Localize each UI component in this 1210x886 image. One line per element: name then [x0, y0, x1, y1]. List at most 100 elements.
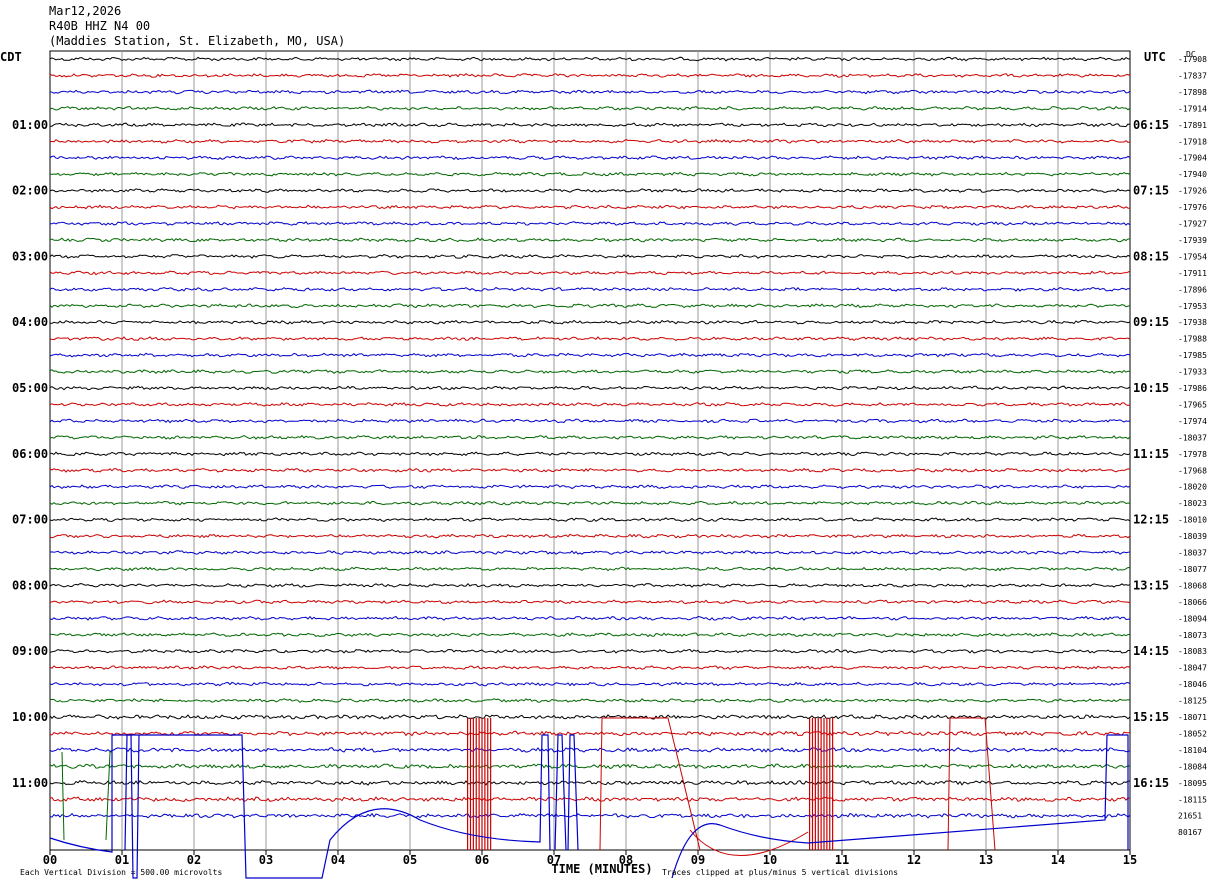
x-tick-label: 06: [475, 853, 489, 867]
x-tick-label: 12: [907, 853, 921, 867]
seismic-trace: [49, 352, 1131, 358]
dc-offset-label: -18115: [1178, 795, 1207, 804]
seismic-trace: [49, 303, 1131, 309]
dc-offset-label: -18066: [1178, 598, 1207, 607]
dc-offset-label: -18071: [1178, 713, 1207, 722]
seismic-trace: [49, 615, 1131, 621]
seismic-trace: [50, 122, 1131, 128]
seismic-trace: [49, 599, 1131, 605]
dc-offset-label: -18046: [1178, 680, 1207, 689]
dc-offset-label: 21651: [1178, 812, 1202, 821]
dc-offset-label: -18083: [1178, 647, 1207, 656]
dc-offset-label: -18094: [1178, 614, 1207, 623]
dc-offset-label: -18052: [1178, 729, 1207, 738]
plot-frame: [49, 50, 1131, 851]
seismic-trace: [49, 747, 1131, 753]
x-tick-label: 10: [763, 853, 777, 867]
dc-offset-label: -18020: [1178, 483, 1207, 492]
x-tick-label: 03: [259, 853, 273, 867]
dc-offset-label: -18039: [1178, 532, 1207, 541]
x-tick-label: 13: [979, 853, 993, 867]
x-axis-label: TIME (MINUTES): [551, 862, 652, 876]
seismic-trace: [49, 566, 1131, 572]
dc-offset-label: -17939: [1178, 236, 1207, 245]
left-hour-label: 10:00: [12, 710, 48, 724]
seismic-trace: [49, 812, 1131, 819]
dc-offset-label: -17904: [1178, 154, 1207, 163]
seismic-trace: [49, 171, 1131, 177]
seismic-trace: [49, 204, 1131, 210]
dc-offset-label: -17978: [1178, 450, 1207, 459]
right-hour-label: 12:15: [1133, 513, 1169, 527]
dc-offset-label: -17988: [1178, 335, 1207, 344]
dc-offset-label: -18023: [1178, 499, 1207, 508]
scale-note: Each Vertical Division = 500.00 microvol…: [20, 868, 222, 877]
right-hour-label: 13:15: [1133, 578, 1169, 592]
seismic-trace: [49, 550, 1131, 555]
dc-offset-label: -17918: [1178, 137, 1207, 146]
seismic-trace: [49, 89, 1131, 95]
left-hour-label: 08:00: [12, 578, 48, 592]
seismic-trace: [49, 56, 1131, 62]
seismic-trace: [49, 533, 1131, 539]
left-hour-label: 11:00: [12, 776, 48, 790]
helicorder-plot: 00 01 02 03 04 05 06 07 08 09 10 11 12 13 14 1501:0002:…: [0, 50, 1207, 879]
seismic-trace: [49, 253, 1131, 259]
seismic-trace: [49, 155, 1131, 161]
clipped-excursion: [599, 717, 809, 856]
seismic-trace: [49, 467, 1131, 473]
right-hour-label: 08:15: [1133, 249, 1169, 263]
dc-offset-label: -17898: [1178, 88, 1207, 97]
seismic-trace: [49, 105, 1131, 111]
dc-offset-label: -17974: [1178, 417, 1207, 426]
seismic-trace: [49, 763, 1131, 770]
dc-offset-label: -17911: [1178, 269, 1207, 278]
right-tz-label: UTC: [1144, 50, 1166, 64]
left-hour-label: 07:00: [12, 513, 48, 527]
seismic-trace: [49, 648, 1131, 654]
right-hour-label: 09:15: [1133, 315, 1169, 329]
seismic-trace: [49, 698, 1131, 703]
dc-offset-label: -17940: [1178, 170, 1207, 179]
x-tick-label: 04: [331, 853, 345, 867]
clip-note: Traces clipped at plus/minus 5 vertical …: [662, 868, 898, 877]
right-hour-label: 14:15: [1133, 644, 1169, 658]
seismic-trace: [49, 418, 1131, 424]
seismic-trace: [49, 138, 1131, 144]
right-hour-label: 11:15: [1133, 447, 1169, 461]
dc-offset-label: -18095: [1178, 779, 1207, 788]
x-tick-label: 09: [691, 853, 705, 867]
right-hour-label: 10:15: [1133, 381, 1169, 395]
seismic-trace: [50, 221, 1131, 226]
right-hour-label: 06:15: [1133, 118, 1169, 132]
left-hour-label: 06:00: [12, 447, 48, 461]
left-hour-label: 04:00: [12, 315, 48, 329]
dc-offset-label: -17985: [1178, 351, 1207, 360]
x-tick-label: 02: [187, 853, 201, 867]
left-hour-label: 03:00: [12, 249, 48, 263]
seismic-trace: [49, 319, 1131, 325]
left-hour-label: 01:00: [12, 118, 48, 132]
seismic-trace: [49, 632, 1131, 638]
left-tz-label: CDT: [0, 50, 22, 64]
seismic-trace: [49, 237, 1130, 243]
x-tick-label: 01: [115, 853, 129, 867]
seismic-trace: [49, 582, 1131, 588]
dc-offset-label: -17965: [1178, 400, 1207, 409]
dc-offset-label: -17927: [1178, 220, 1207, 229]
seismic-trace: [49, 270, 1131, 276]
seismic-trace: [49, 484, 1131, 490]
dc-offset-label: -18010: [1178, 516, 1207, 525]
dc-offset-label: -18084: [1178, 762, 1207, 771]
seismic-trace: [49, 500, 1131, 506]
left-hour-label: 09:00: [12, 644, 48, 658]
dc-offset-label: -18047: [1178, 664, 1207, 673]
dc-offset-label: -17908: [1178, 55, 1207, 64]
dc-offset-label: -17954: [1178, 252, 1207, 261]
seismic-trace: [49, 434, 1131, 440]
seismic-trace: [49, 779, 1130, 786]
x-tick-label: 11: [835, 853, 849, 867]
seismic-trace: [49, 336, 1131, 342]
x-tick-label: 15: [1123, 853, 1137, 867]
x-tick-label: 00: [43, 853, 57, 867]
